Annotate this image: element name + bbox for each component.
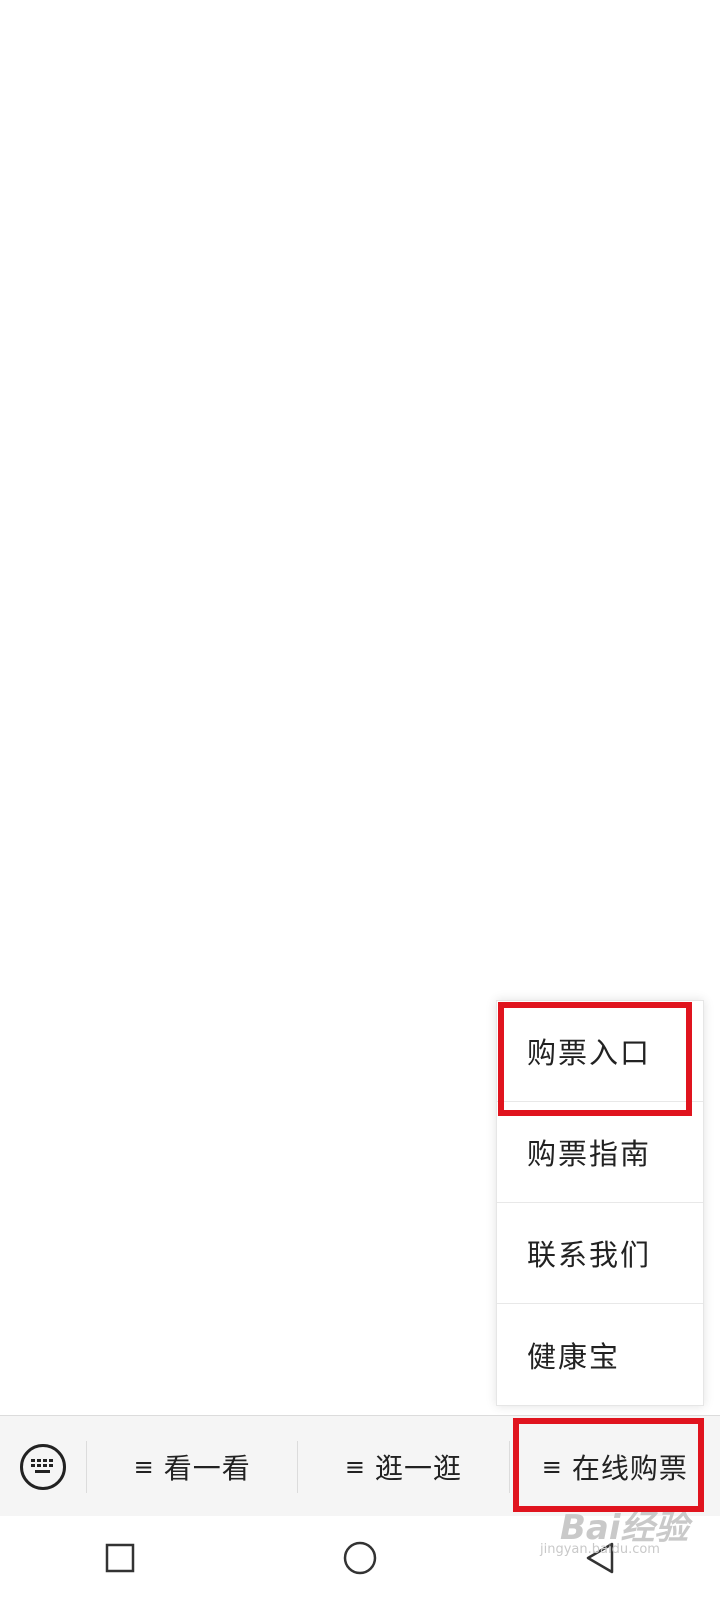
system-nav-bar <box>0 1516 720 1600</box>
menu-tab-label: 逛一逛 <box>375 1451 463 1485</box>
recent-apps-button[interactable] <box>80 1528 160 1588</box>
submenu-item-contact-us[interactable]: 联系我们 <box>497 1203 703 1304</box>
submenu-item-ticket-guide[interactable]: 购票指南 <box>497 1102 703 1203</box>
submenu-item-health-kit[interactable]: 健康宝 <box>497 1304 703 1405</box>
menu-tab-browse[interactable]: ≡ 逛一逛 <box>298 1416 508 1517</box>
phone-screen: 购票入口 购票指南 联系我们 健康宝 ≡ 看一看 ≡ 逛一逛 ≡ 在线购票 Ba… <box>0 0 720 1600</box>
menu-tab-label: 看一看 <box>163 1451 251 1485</box>
home-icon <box>343 1541 377 1575</box>
menu-tab-label: 在线购票 <box>571 1451 688 1485</box>
back-icon <box>586 1542 614 1574</box>
menu-list-icon: ≡ <box>344 1452 366 1481</box>
submenu-item-label: 购票指南 <box>527 1137 652 1171</box>
keyboard-toggle-button[interactable] <box>0 1416 86 1517</box>
home-button[interactable] <box>320 1528 400 1588</box>
menu-tab-online-ticket[interactable]: ≡ 在线购票 <box>510 1416 720 1517</box>
keyboard-icon <box>20 1443 66 1490</box>
menu-list-icon: ≡ <box>541 1452 562 1481</box>
official-account-menu-bar: ≡ 看一看 ≡ 逛一逛 ≡ 在线购票 <box>0 1415 720 1517</box>
submenu-item-label: 购票入口 <box>527 1036 652 1070</box>
submenu-item-ticket-entry[interactable]: 购票入口 <box>497 1001 703 1102</box>
submenu-item-label: 联系我们 <box>527 1238 652 1272</box>
menu-tab-look[interactable]: ≡ 看一看 <box>87 1416 297 1517</box>
recent-apps-icon <box>105 1543 135 1573</box>
submenu-item-label: 健康宝 <box>527 1339 621 1374</box>
back-button[interactable] <box>560 1528 640 1588</box>
online-ticket-submenu: 购票入口 购票指南 联系我们 健康宝 <box>496 1000 704 1406</box>
menu-list-icon: ≡ <box>133 1452 154 1481</box>
